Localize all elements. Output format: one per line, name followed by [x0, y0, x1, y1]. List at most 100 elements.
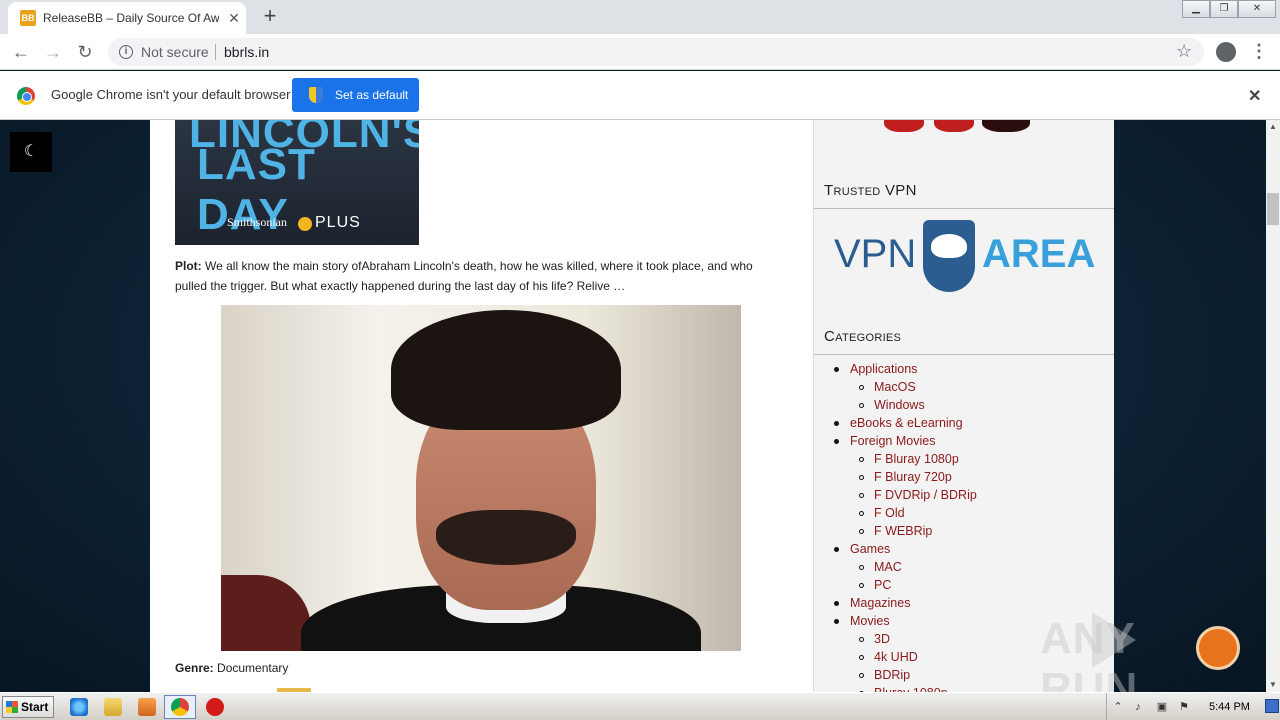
category-link[interactable]: Applications: [850, 362, 917, 376]
vpn-logo-left: VPN: [834, 232, 917, 276]
tab-title: ReleaseBB – Daily Source Of Awesome: [43, 11, 219, 25]
category-link[interactable]: MacOS: [874, 380, 916, 394]
post-content: LINCOLN'S LAST DAY Smithsonian PLUS Plot…: [150, 120, 813, 692]
action-center-flag-icon[interactable]: ⚑: [1177, 700, 1191, 714]
web-page: ☾ LINCOLN'S LAST DAY Smithsonian PLUS Pl…: [0, 120, 1266, 692]
category-item[interactable]: Foreign Movies: [814, 433, 1114, 451]
start-button[interactable]: Start: [2, 696, 54, 718]
categories-title: Categories: [824, 328, 902, 345]
uac-shield-icon: [309, 87, 323, 103]
tray-expand-icon[interactable]: ⌃: [1111, 700, 1125, 714]
plot-paragraph: Plot: We all know the main story ofAbrah…: [175, 256, 775, 296]
internet-explorer-icon[interactable]: [70, 698, 88, 716]
chrome-menu-icon[interactable]: ⋮: [1250, 41, 1268, 62]
list-bullet-icon: [859, 565, 864, 570]
url-text[interactable]: bbrls.in: [224, 44, 269, 60]
site-favicon-icon: BB: [20, 10, 36, 26]
restore-icon[interactable]: ❐: [1210, 0, 1238, 18]
category-item[interactable]: Magazines: [814, 595, 1114, 613]
category-item[interactable]: F Bluray 1080p: [814, 451, 1114, 469]
list-bullet-icon: [859, 529, 864, 534]
sidebar-logo-peek: [884, 120, 1034, 132]
tab-close-icon[interactable]: ✕: [226, 10, 242, 26]
taskbar-clock[interactable]: 5:44 PM: [1209, 701, 1250, 713]
dark-mode-moon-icon[interactable]: ☾: [10, 132, 52, 172]
windows-taskbar: Start ⌃ ♪ ▣ ⚑ 5:44 PM: [0, 692, 1280, 720]
category-link[interactable]: F DVDRip / BDRip: [874, 488, 977, 502]
reload-icon[interactable]: ↻: [74, 41, 96, 63]
category-link[interactable]: Foreign Movies: [850, 434, 935, 448]
category-link[interactable]: MAC: [874, 560, 902, 574]
plot-label: Plot:: [175, 259, 202, 273]
list-bullet-icon: [834, 601, 839, 606]
category-link[interactable]: Windows: [874, 398, 925, 412]
sidebar: Trusted VPN VPN AREA Categories Applicat…: [813, 120, 1114, 692]
file-explorer-icon[interactable]: [104, 698, 122, 716]
category-item[interactable]: Games: [814, 541, 1114, 559]
vpn-shield-icon: [923, 220, 975, 292]
movie-poster[interactable]: LINCOLN'S LAST DAY Smithsonian PLUS: [175, 120, 419, 245]
category-link[interactable]: Magazines: [850, 596, 910, 610]
list-bullet-icon: [859, 673, 864, 678]
list-bullet-icon: [859, 403, 864, 408]
vpn-area-logo[interactable]: VPN AREA: [834, 220, 1095, 294]
scroll-up-icon[interactable]: ▲: [1266, 120, 1280, 134]
new-tab-button[interactable]: +: [258, 5, 282, 29]
set-as-default-button[interactable]: Set as default: [292, 78, 419, 112]
category-item[interactable]: MacOS: [814, 379, 1114, 397]
list-bullet-icon: [859, 655, 864, 660]
movie-still-image[interactable]: [221, 305, 741, 651]
security-label[interactable]: Not secure: [141, 44, 209, 60]
category-item[interactable]: F Old: [814, 505, 1114, 523]
category-link[interactable]: F Bluray 1080p: [874, 452, 959, 466]
category-item[interactable]: eBooks & eLearning: [814, 415, 1114, 433]
back-icon[interactable]: ←: [10, 41, 32, 63]
category-item[interactable]: F DVDRip / BDRip: [814, 487, 1114, 505]
bookmark-star-icon[interactable]: ☆: [1176, 41, 1192, 62]
antivirus-alert-icon[interactable]: [206, 698, 224, 716]
category-item[interactable]: F WEBRip: [814, 523, 1114, 541]
category-link[interactable]: F Old: [874, 506, 905, 520]
category-link[interactable]: PC: [874, 578, 891, 592]
window-close-icon[interactable]: ✕: [1238, 0, 1276, 18]
still-hair: [391, 310, 621, 430]
category-link[interactable]: eBooks & eLearning: [850, 416, 963, 430]
trusted-vpn-title: Trusted VPN: [824, 182, 917, 199]
volume-icon[interactable]: ♪: [1131, 700, 1145, 714]
category-item[interactable]: PC: [814, 577, 1114, 595]
list-bullet-icon: [834, 547, 839, 552]
smithsonian-sun-icon: [298, 217, 312, 231]
category-item[interactable]: Applications: [814, 361, 1114, 379]
address-bar[interactable]: i Not secure bbrls.in ☆: [108, 38, 1204, 66]
profile-icon[interactable]: [1216, 42, 1236, 62]
watermark-play-icon: [1092, 612, 1136, 668]
category-link[interactable]: Movies: [850, 614, 890, 628]
chrome-taskbar-button[interactable]: [164, 695, 196, 719]
genre-value: Documentary: [213, 661, 289, 675]
category-link[interactable]: 3D: [874, 632, 890, 646]
category-link[interactable]: 4k UHD: [874, 650, 918, 664]
category-link[interactable]: F WEBRip: [874, 524, 932, 538]
list-bullet-icon: [859, 493, 864, 498]
category-link[interactable]: BDRip: [874, 668, 910, 682]
infobar-close-icon[interactable]: ✕: [1248, 86, 1261, 106]
browser-tab[interactable]: BB ReleaseBB – Daily Source Of Awesome ✕: [8, 2, 246, 34]
set-as-default-label: Set as default: [335, 88, 409, 102]
media-player-icon[interactable]: [138, 698, 156, 716]
scroll-down-icon[interactable]: ▼: [1266, 678, 1280, 692]
category-item[interactable]: Windows: [814, 397, 1114, 415]
list-bullet-icon: [834, 421, 839, 426]
omnibox-divider: [215, 44, 216, 60]
minimize-icon[interactable]: ▁: [1182, 0, 1210, 18]
category-item[interactable]: MAC: [814, 559, 1114, 577]
category-link[interactable]: F Bluray 720p: [874, 470, 952, 484]
info-icon[interactable]: i: [119, 45, 133, 59]
network-icon[interactable]: ▣: [1155, 700, 1169, 714]
category-link[interactable]: Games: [850, 542, 890, 556]
list-bullet-icon: [859, 385, 864, 390]
forward-icon[interactable]: →: [42, 41, 64, 63]
show-desktop-icon[interactable]: [1265, 699, 1279, 713]
scroll-thumb[interactable]: [1267, 193, 1279, 225]
page-scrollbar[interactable]: ▲ ▼: [1266, 120, 1280, 692]
category-item[interactable]: F Bluray 720p: [814, 469, 1114, 487]
